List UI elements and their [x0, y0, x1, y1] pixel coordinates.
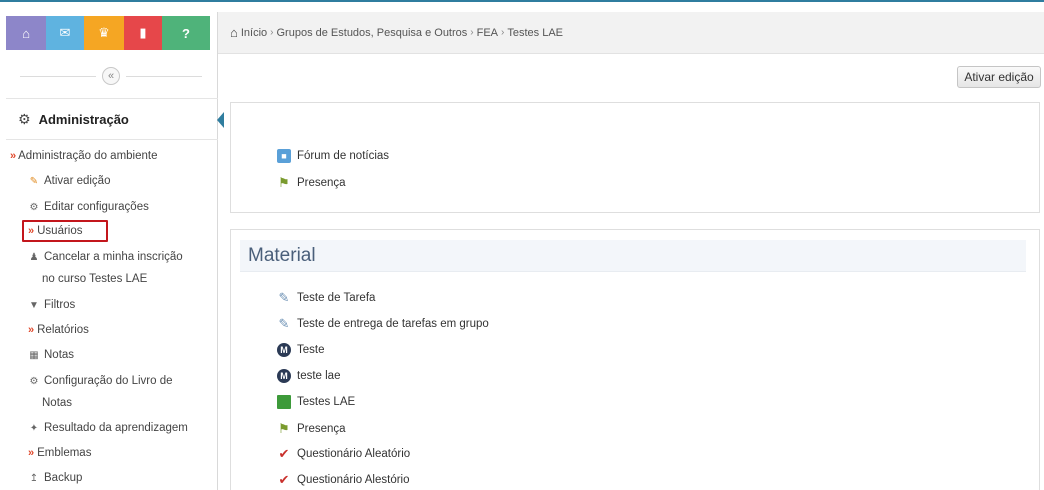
sidebar-collapse-row: «: [6, 53, 218, 99]
menu-item-label: Configuração do Livro de: [44, 375, 173, 387]
home-icon[interactable]: ⌂: [6, 16, 46, 50]
table-icon: ▦: [29, 349, 39, 361]
chevron-right-icon: »: [28, 447, 35, 459]
course-section-general: ■ Fórum de notícias ⚑ Presença: [230, 102, 1040, 213]
activity-teste-lae[interactable]: M teste lae: [277, 369, 340, 383]
gear-icon: ⚙: [29, 375, 39, 387]
mail-icon[interactable]: ✉: [46, 16, 84, 50]
course-section-material: Material ✎ Teste de Tarefa ✎ Teste de en…: [230, 229, 1040, 490]
menu-item-resultado-aprendizagem[interactable]: ✦ Resultado da aprendizagem: [28, 422, 188, 434]
menu-item-filtros[interactable]: ▼ Filtros: [28, 299, 75, 311]
activity-teste[interactable]: M Teste: [277, 343, 325, 357]
activity-label: Teste: [297, 344, 325, 356]
breadcrumb-separator: ›: [501, 27, 505, 38]
activity-presenca[interactable]: ⚑ Presença: [277, 175, 346, 190]
menu-item-editar-configuracoes[interactable]: ⚙ Editar configurações: [28, 201, 149, 213]
book-icon: [277, 395, 291, 409]
group-icon[interactable]: ♛: [84, 16, 124, 50]
top-accent-bar: [0, 0, 1044, 2]
divider: [20, 76, 96, 77]
menu-item-emblemas[interactable]: » Emblemas: [28, 447, 91, 459]
menu-item-label: Notas: [44, 349, 75, 361]
activity-label: Teste de Tarefa: [297, 292, 376, 304]
menu-item-label: Filtros: [44, 299, 76, 311]
quiz-icon: ✔: [278, 472, 290, 487]
menu-item-label: Relatórios: [37, 324, 89, 336]
activity-label: Testes LAE: [297, 396, 356, 408]
breadcrumb-separator: ›: [270, 27, 274, 38]
breadcrumb-item-testes-lae[interactable]: Testes LAE: [507, 27, 563, 39]
activity-label: Teste de entrega de tarefas em grupo: [297, 318, 489, 330]
home-icon[interactable]: ⌂: [230, 25, 238, 40]
document-icon[interactable]: ▮: [124, 16, 162, 50]
upload-icon: ↥: [29, 472, 39, 484]
breadcrumb-item-grupos[interactable]: Grupos de Estudos, Pesquisa e Outros: [277, 27, 468, 39]
admin-block-title: Administração: [38, 112, 129, 127]
activity-questionario-aleatorio[interactable]: ✔ Questionário Aleatório: [277, 446, 411, 461]
activity-label: teste lae: [297, 370, 341, 382]
activity-label: Presença: [297, 423, 346, 435]
activity-teste-de-tarefa[interactable]: ✎ Teste de Tarefa: [277, 290, 376, 305]
menu-item-label: Editar configurações: [44, 201, 149, 213]
ativar-edicao-button[interactable]: Ativar edição: [957, 66, 1041, 88]
activity-label: Presença: [297, 177, 346, 189]
activity-label: Fórum de notícias: [297, 150, 390, 162]
help-icon[interactable]: ?: [162, 16, 210, 50]
assignment-icon: ✎: [278, 290, 290, 305]
chevron-right-icon: »: [28, 225, 35, 237]
activity-forum-noticias[interactable]: ■ Fórum de notícias: [277, 149, 389, 163]
section-title[interactable]: Material: [240, 240, 1026, 272]
quiz-icon: ✔: [278, 446, 290, 461]
activity-questionario-alestorio[interactable]: ✔ Questionário Alestório: [277, 472, 410, 487]
menu-item-label: Resultado da aprendizagem: [44, 422, 188, 434]
menu-item-admin-ambiente[interactable]: » Administração do ambiente: [10, 150, 157, 162]
attendance-icon: ⚑: [278, 175, 290, 190]
menu-item-label: Cancelar a minha inscrição: [44, 251, 183, 263]
activity-teste-entrega-grupo[interactable]: ✎ Teste de entrega de tarefas em grupo: [277, 316, 489, 331]
module-m-icon: M: [277, 343, 291, 357]
menu-item-cancelar-inscricao[interactable]: ♟ Cancelar a minha inscrição: [28, 251, 183, 263]
filter-icon: ▼: [29, 299, 39, 311]
menu-item-label: Ativar edição: [44, 175, 111, 187]
attendance-icon: ⚑: [278, 421, 290, 436]
module-m-icon: M: [277, 369, 291, 383]
activity-label: Questionário Aleatório: [297, 448, 411, 460]
assignment-icon: ✎: [278, 316, 290, 331]
menu-item-cancelar-inscricao-line2[interactable]: no curso Testes LAE: [42, 273, 147, 285]
chevron-right-icon: »: [28, 324, 35, 336]
activity-presenca-material[interactable]: ⚑ Presença: [277, 421, 346, 436]
outcome-icon: ✦: [29, 422, 39, 434]
breadcrumb-separator: ›: [470, 27, 474, 38]
menu-item-config-livro-notas-line2[interactable]: Notas: [42, 397, 72, 409]
menu-item-notas[interactable]: ▦ Notas: [28, 349, 74, 361]
activity-testes-lae[interactable]: Testes LAE: [277, 395, 355, 409]
gears-icon: ⚙: [18, 111, 31, 127]
menu-item-config-livro-notas[interactable]: ⚙ Configuração do Livro de: [28, 375, 173, 387]
breadcrumb-item-inicio[interactable]: Início: [241, 27, 267, 39]
user-icon: ♟: [29, 251, 39, 263]
menu-item-label: Administração do ambiente: [18, 150, 158, 162]
block-pointer-icon: [217, 112, 224, 128]
menu-item-backup[interactable]: ↥ Backup: [28, 472, 83, 484]
chevron-right-icon: »: [10, 150, 17, 162]
gear-icon: ⚙: [29, 201, 39, 213]
activity-label: Questionário Alestório: [297, 474, 410, 486]
menu-item-label: Notas: [42, 397, 73, 409]
menu-item-ativar-edicao[interactable]: ✎ Ativar edição: [28, 175, 111, 187]
menu-item-label: no curso Testes LAE: [42, 273, 148, 285]
menu-item-label: Usuários: [37, 225, 83, 237]
menu-item-relatorios[interactable]: » Relatórios: [28, 324, 89, 336]
breadcrumb: ⌂ Início › Grupos de Estudos, Pesquisa e…: [218, 12, 1044, 54]
menu-item-label: Backup: [44, 472, 83, 484]
admin-block-header[interactable]: ⚙ Administração: [6, 100, 224, 140]
collapse-sidebar-button[interactable]: «: [102, 67, 120, 85]
quick-access-bar: ⌂ ✉ ♛ ▮ ?: [6, 16, 210, 50]
menu-item-label: Emblemas: [37, 447, 92, 459]
menu-item-usuarios[interactable]: » Usuários: [28, 225, 83, 237]
pencil-icon: ✎: [29, 175, 39, 187]
forum-icon: ■: [277, 149, 291, 163]
breadcrumb-item-fea[interactable]: FEA: [477, 27, 498, 39]
divider: [126, 76, 202, 77]
